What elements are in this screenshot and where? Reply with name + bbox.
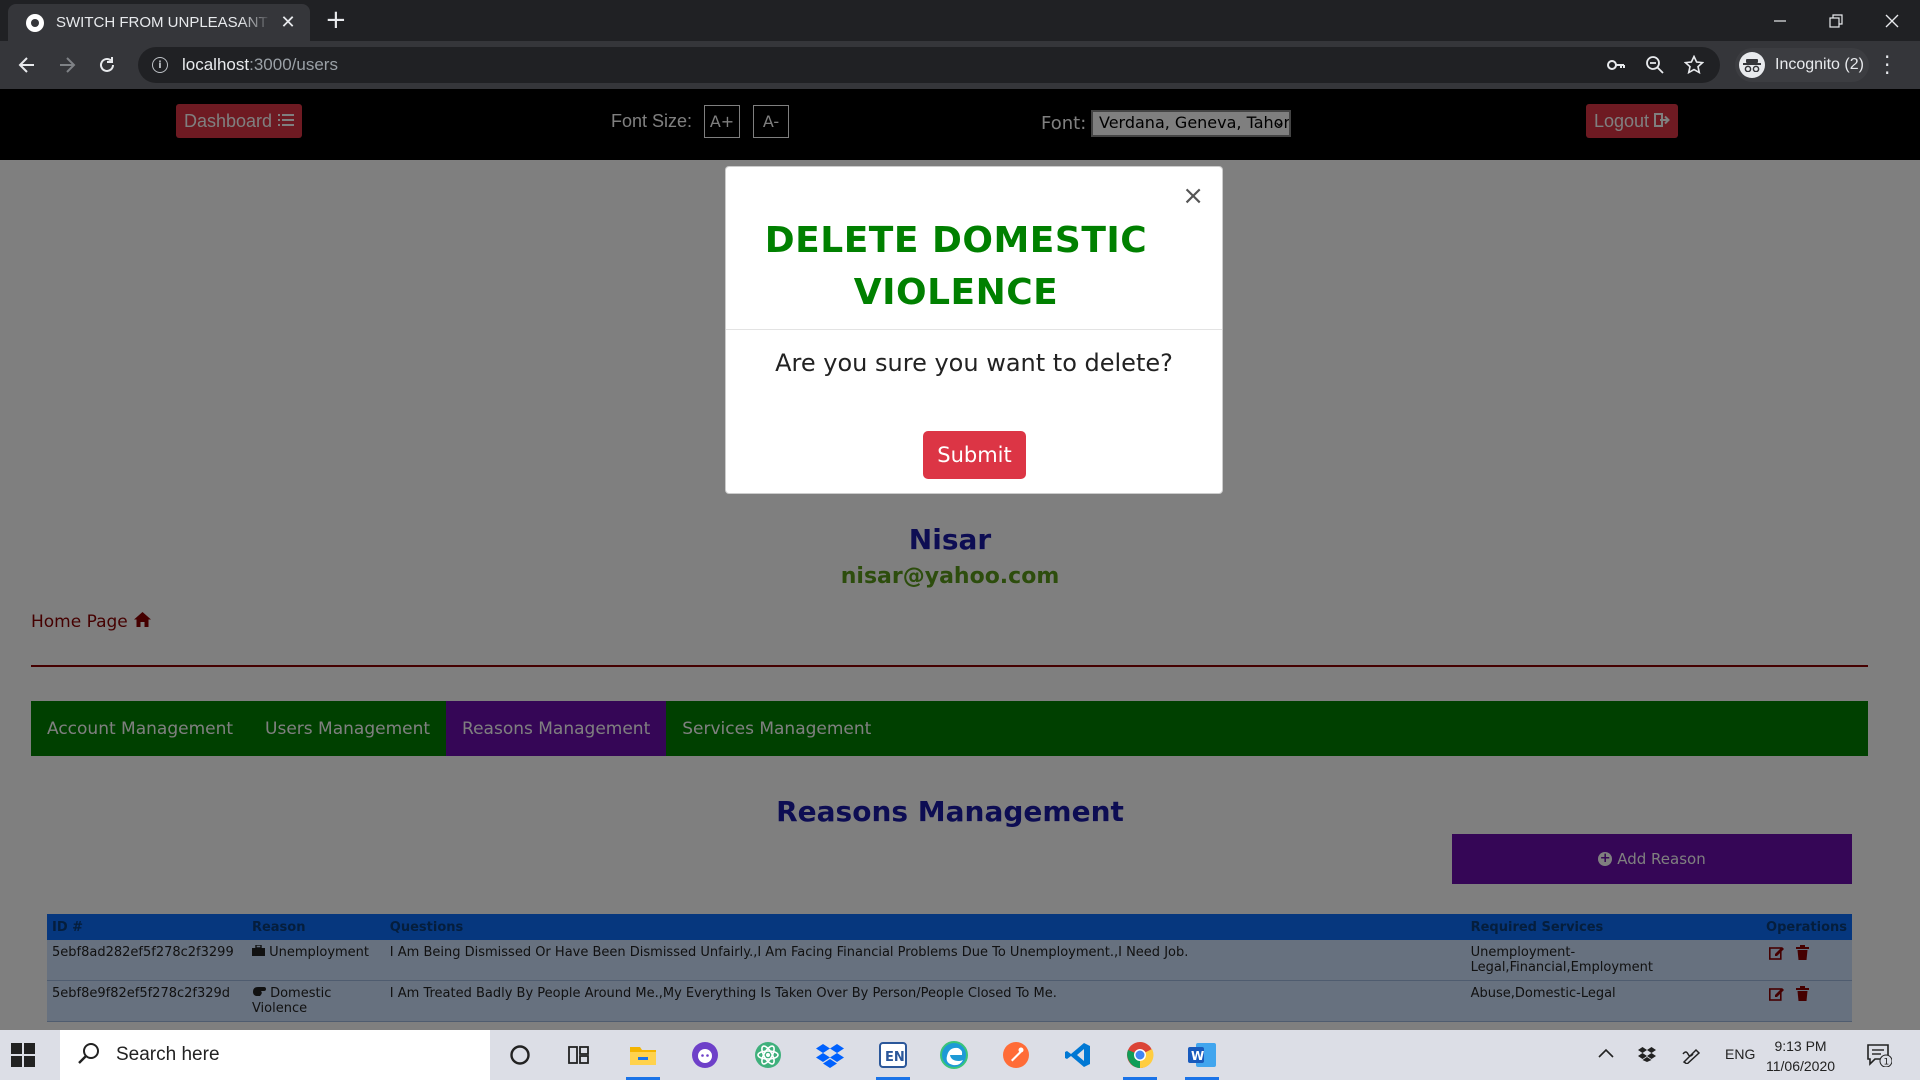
web-page: Dashboard Font Size: A+ A- Font: Verdana…: [0, 89, 1920, 1030]
modal-title: DELETE DOMESTIC VIOLENCE: [764, 220, 1148, 313]
star-icon[interactable]: [1684, 55, 1704, 75]
search-icon: [78, 1042, 100, 1068]
search-placeholder: Search here: [116, 1044, 220, 1065]
incognito-icon: [1739, 52, 1765, 78]
browser-toolbar: i localhost :3000/users Incognito (2) · ·…: [0, 41, 1920, 89]
atom-icon[interactable]: [751, 1038, 785, 1072]
pen-workspace-icon[interactable]: [1682, 1046, 1702, 1067]
show-hidden-icons-icon[interactable]: [1598, 1046, 1614, 1062]
address-bar[interactable]: i localhost :3000/users: [138, 47, 1720, 83]
svg-text:W: W: [1191, 1049, 1204, 1063]
taskbar-search-box[interactable]: Search here: [60, 1030, 490, 1080]
reload-icon[interactable]: [93, 51, 121, 79]
new-tab-button[interactable]: +: [325, 6, 347, 34]
dropbox-tray-icon[interactable]: [1638, 1046, 1656, 1065]
github-desktop-icon[interactable]: [688, 1038, 722, 1072]
delete-confirm-modal: × DELETE DOMESTIC VIOLENCE Are you sure …: [725, 166, 1223, 494]
modal-close-icon[interactable]: ×: [1182, 183, 1204, 209]
word-icon[interactable]: W: [1185, 1038, 1219, 1080]
submit-button[interactable]: Submit: [923, 431, 1026, 479]
minimize-icon[interactable]: [1752, 0, 1808, 41]
chrome-icon[interactable]: [1123, 1038, 1157, 1080]
tab-close-icon[interactable]: ✕: [278, 12, 298, 33]
edge-icon[interactable]: [937, 1038, 971, 1072]
zoom-icon[interactable]: [1645, 55, 1665, 75]
notification-center-icon[interactable]: 1: [1866, 1043, 1893, 1070]
close-window-icon[interactable]: [1864, 0, 1920, 41]
dropbox-icon[interactable]: [813, 1038, 847, 1072]
incognito-label: Incognito (2): [1775, 56, 1864, 73]
vscode-icon[interactable]: [1061, 1038, 1095, 1072]
site-info-icon[interactable]: i: [152, 57, 168, 73]
globe-icon: [26, 13, 44, 32]
key-icon[interactable]: [1606, 55, 1626, 75]
tab-title: SWITCH FROM UNPLEASANT SCREEN: [56, 14, 272, 31]
chrome-menu-icon[interactable]: · · ·: [1884, 47, 1890, 83]
clock-date: 11/06/2020: [1766, 1058, 1836, 1074]
windows-start-icon[interactable]: [11, 1043, 35, 1067]
file-explorer-icon[interactable]: [626, 1038, 660, 1080]
forward-icon[interactable]: [53, 51, 81, 79]
modal-divider: [726, 329, 1222, 330]
clock-time: 9:13 PM: [1774, 1038, 1827, 1054]
back-icon[interactable]: [13, 51, 41, 79]
svg-text:EN: EN: [885, 1050, 905, 1065]
language-en-icon[interactable]: EN: [876, 1038, 910, 1080]
language-indicator[interactable]: ENG: [1725, 1046, 1755, 1062]
modal-message: Are you sure you want to delete?: [775, 349, 1173, 377]
browser-tabstrip: SWITCH FROM UNPLEASANT SCREEN ✕ +: [0, 0, 1920, 41]
postman-icon[interactable]: [999, 1038, 1033, 1072]
system-clock[interactable]: 9:13 PM 11/06/2020: [1766, 1036, 1835, 1076]
windows-taskbar: Search here EN W ENG 9:13 PM 11/06/2020 …: [0, 1030, 1920, 1080]
browser-tab[interactable]: SWITCH FROM UNPLEASANT SCREEN ✕: [8, 4, 310, 41]
notification-count: 1: [1884, 1058, 1890, 1068]
url-host: localhost: [182, 55, 250, 74]
task-view-icon[interactable]: [563, 1038, 597, 1072]
cortana-icon[interactable]: [503, 1038, 537, 1072]
url-path: :3000/users: [249, 55, 338, 74]
incognito-profile-button[interactable]: Incognito (2): [1735, 48, 1869, 82]
restore-icon[interactable]: [1808, 0, 1864, 41]
